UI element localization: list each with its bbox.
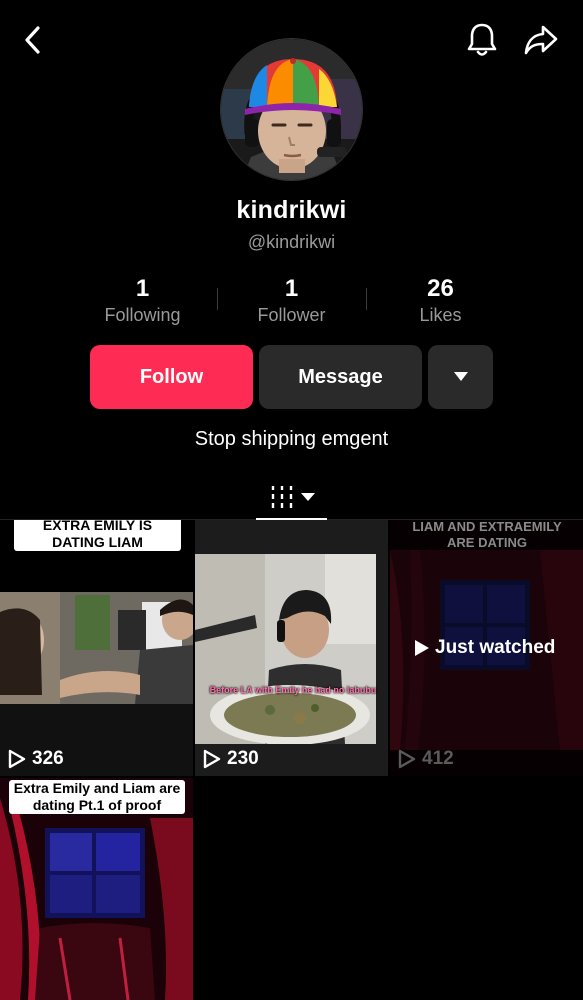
view-count: 230 [203,748,259,770]
view-count: 412 [398,748,454,770]
video-thumbnail[interactable]: EXTRA EMILY IS DATING LIAM 326 [0,520,193,776]
video-caption: EXTRA EMILY IS DATING LIAM [14,520,181,551]
video-thumbnail[interactable]: Extra Emily and Liam are dating Pt.1 of … [0,778,193,1000]
just-watched-text: Just watched [435,637,556,658]
back-button[interactable] [18,24,48,56]
content-tab-bar [0,470,583,520]
avatar[interactable] [220,38,363,181]
follow-button[interactable]: Follow [90,345,253,409]
notifications-button[interactable] [464,20,500,60]
thumbnail-image [0,520,193,776]
caret-down-icon [453,372,468,381]
view-count: 326 [8,748,64,770]
profile-bio: Stop shipping emgent [194,428,389,450]
stat-label: Follower [257,305,326,325]
stat-label: Following [104,305,181,325]
play-filled-icon [415,640,429,656]
display-name: kindrikwi [236,196,347,224]
username-handle: @kindrikwi [247,232,336,252]
just-watched-label: Just watched [414,637,555,659]
stat-value: 1 [284,275,299,302]
share-button[interactable] [520,20,562,60]
profile-stats: 1 Following 1 Follower 26 Likes [68,274,515,330]
thumbnail-image [195,520,388,776]
stat-value: 26 [427,275,454,302]
view-count-value: 326 [32,748,64,769]
play-outline-icon [203,749,221,769]
video-thumbnail[interactable]: Before LA with Emily he had no labubu 23… [195,520,388,776]
caret-down-icon [300,493,315,501]
view-count-value: 230 [227,748,259,769]
video-caption: Extra Emily and Liam are dating Pt.1 of … [9,780,185,814]
stat-following[interactable]: 1 Following [68,274,217,326]
chevron-left-icon [25,26,40,54]
play-outline-icon [398,749,416,769]
stat-followers[interactable]: 1 Follower [217,274,366,326]
video-caption: LIAM AND EXTRAEMILY ARE DATING [412,520,562,550]
stat-likes[interactable]: 26 Likes [366,274,515,326]
video-thumbnail[interactable]: LIAM AND EXTRAEMILY ARE DATING Just watc… [390,520,583,776]
share-arrow-icon [524,25,558,55]
play-outline-icon [8,749,26,769]
videos-grid-icon [271,486,292,508]
avatar-image [221,39,362,180]
more-options-button[interactable] [428,345,493,409]
stat-value: 1 [135,275,150,302]
tab-videos[interactable] [256,474,327,520]
bell-icon [467,23,497,56]
view-count-value: 412 [422,748,454,769]
video-overlay-text: Before LA with Emily he had no labubu [209,685,377,695]
stat-label: Likes [419,305,462,325]
message-button[interactable]: Message [259,345,422,409]
